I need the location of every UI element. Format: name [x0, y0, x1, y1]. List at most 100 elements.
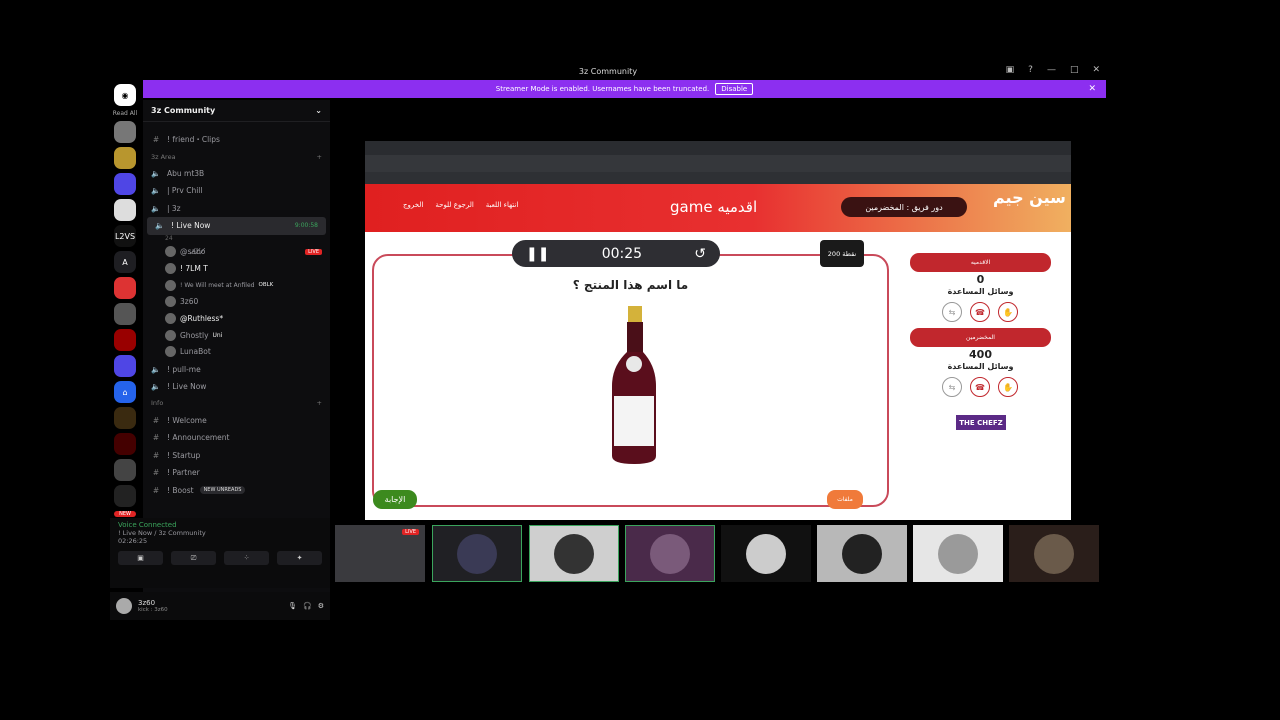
answer-button[interactable]: الإجابة: [373, 490, 417, 509]
server-icon[interactable]: [114, 459, 136, 481]
help-icon[interactable]: ?: [1028, 65, 1033, 75]
channel-timer: 9:00:58: [294, 222, 318, 230]
read-all-label[interactable]: Read All: [110, 110, 140, 117]
chevron-down-icon: ⌄: [315, 106, 322, 115]
hash-icon: #: [152, 485, 160, 495]
voice-user[interactable]: 3z60: [143, 294, 330, 311]
exit-button[interactable]: الخروج: [403, 201, 423, 209]
swap-icon[interactable]: ⇆: [942, 302, 962, 322]
hand-icon[interactable]: ✋: [998, 377, 1018, 397]
channel-item[interactable]: #! Partner: [143, 464, 330, 482]
screen-share-button[interactable]: ⎚: [171, 551, 216, 565]
category-header[interactable]: 3z Area +: [143, 149, 330, 165]
team1-aids-label: وسائل المساعدة: [947, 287, 1014, 296]
hash-icon: #: [152, 135, 160, 145]
server-icon[interactable]: [114, 121, 136, 143]
plus-icon[interactable]: +: [317, 153, 322, 161]
back-to-board-button[interactable]: الرجوع للوحة: [435, 201, 473, 209]
server-icon[interactable]: [114, 147, 136, 169]
participant-tile[interactable]: [625, 525, 715, 582]
home-server-icon[interactable]: ⌂: [114, 381, 136, 403]
username: 3z60: [138, 599, 156, 607]
participant-tile[interactable]: [817, 525, 907, 582]
server-icon[interactable]: [114, 485, 136, 507]
voice-user[interactable]: @sa̸b̸o̸ LIVE: [143, 244, 330, 261]
swap-icon[interactable]: ⇆: [942, 377, 962, 397]
server-icon[interactable]: [114, 329, 136, 351]
avatar: [938, 533, 978, 574]
stream-tile[interactable]: LIVE: [335, 525, 425, 582]
banner-text: Streamer Mode is enabled. Usernames have…: [495, 85, 710, 93]
inbox-icon[interactable]: ▣: [1006, 65, 1015, 75]
speaker-icon: 🔈: [155, 221, 165, 231]
server-name: 3z Community: [151, 106, 216, 115]
voice-channel[interactable]: 🔈! Live Now: [143, 378, 330, 396]
voice-user[interactable]: ! 7LM T: [143, 260, 330, 277]
gear-icon[interactable]: ⚙: [318, 602, 324, 610]
headphones-icon[interactable]: 🎧: [303, 602, 312, 610]
channel-item[interactable]: #! Welcome: [143, 411, 330, 429]
new-unreads-pill[interactable]: NEW UNREADS: [199, 486, 246, 495]
user-tag: OBLK: [258, 282, 274, 289]
voice-user[interactable]: ! We Will meet at Anfiled OBLK: [143, 277, 330, 294]
team1-score: 0: [976, 273, 985, 286]
server-icon[interactable]: [114, 277, 136, 299]
voice-channel[interactable]: 🔈 | 3z: [143, 200, 330, 218]
voice-channel[interactable]: 🔈 | Prv Chill: [143, 182, 330, 200]
live-badge: LIVE: [402, 529, 419, 535]
voice-channel[interactable]: 🔈 Abu mt3B: [143, 165, 330, 183]
server-icon[interactable]: [114, 433, 136, 455]
server-icon[interactable]: [114, 199, 136, 221]
hash-icon: #: [152, 415, 160, 425]
minimize-icon[interactable]: —: [1047, 65, 1056, 75]
avatar: [165, 329, 176, 341]
participant-tile[interactable]: [529, 525, 619, 582]
voice-panel: Voice Connected ! Live Now / 3z Communit…: [110, 518, 330, 588]
close-icon[interactable]: ✕: [1088, 84, 1096, 94]
sponsor-logo: THE CHEFZ: [956, 415, 1006, 430]
channel-item[interactable]: #! Boost NEW UNREADS: [143, 481, 330, 499]
server-icon[interactable]: [114, 407, 136, 429]
hand-icon[interactable]: ✋: [998, 302, 1018, 322]
folder-icon[interactable]: [114, 173, 136, 195]
avatar[interactable]: [116, 598, 132, 614]
category-header[interactable]: Info +: [143, 395, 330, 411]
channel-item[interactable]: #! Announcement: [143, 429, 330, 447]
channel-item[interactable]: #! friend・Clips: [143, 131, 330, 149]
plus-icon[interactable]: +: [317, 399, 322, 407]
phone-icon[interactable]: ☎: [970, 302, 990, 322]
activities-button[interactable]: ⁘: [224, 551, 269, 565]
browser-address-bar: [365, 155, 1071, 172]
server-header[interactable]: 3z Community ⌄: [143, 100, 330, 122]
camera-off-button[interactable]: ▣: [118, 551, 163, 565]
pause-icon[interactable]: ❚❚: [526, 246, 549, 262]
avatar: [165, 246, 176, 258]
hints-button[interactable]: ملفات: [827, 490, 863, 509]
close-icon[interactable]: ✕: [1092, 65, 1100, 75]
participant-tile[interactable]: [721, 525, 811, 582]
voice-user[interactable]: @Ruthless*: [143, 310, 330, 327]
phone-icon[interactable]: ☎: [970, 377, 990, 397]
reset-timer-icon[interactable]: ↺: [694, 246, 706, 262]
avatar: [165, 346, 176, 358]
channel-item[interactable]: #! Startup: [143, 446, 330, 464]
soundboard-button[interactable]: ✦: [277, 551, 322, 565]
voice-channel[interactable]: 🔈! pull-me: [143, 360, 330, 378]
disable-button[interactable]: Disable: [715, 83, 754, 95]
microphone-icon[interactable]: 🎙: [288, 602, 297, 610]
discord-home-icon[interactable]: ◉: [114, 84, 136, 106]
end-game-button[interactable]: انتهاء اللعبة: [486, 201, 519, 209]
voice-channel-active[interactable]: 🔈 ! Live Now 9:00:58: [147, 217, 326, 235]
server-l2vs[interactable]: L2VS: [114, 225, 136, 247]
hash-icon: #: [152, 450, 160, 460]
server-a[interactable]: A: [114, 251, 136, 273]
participant-tile[interactable]: [1009, 525, 1099, 582]
folder-icon[interactable]: [114, 355, 136, 377]
server-icon[interactable]: [114, 303, 136, 325]
participant-tile[interactable]: [913, 525, 1003, 582]
voice-user[interactable]: Ghostly Uni: [143, 327, 330, 344]
maximize-icon[interactable]: □: [1070, 65, 1079, 75]
team-turn-label: دور فريق : المخضرمين: [841, 197, 967, 217]
voice-user[interactable]: LunaBot: [143, 344, 330, 361]
participant-tile[interactable]: [432, 525, 522, 582]
